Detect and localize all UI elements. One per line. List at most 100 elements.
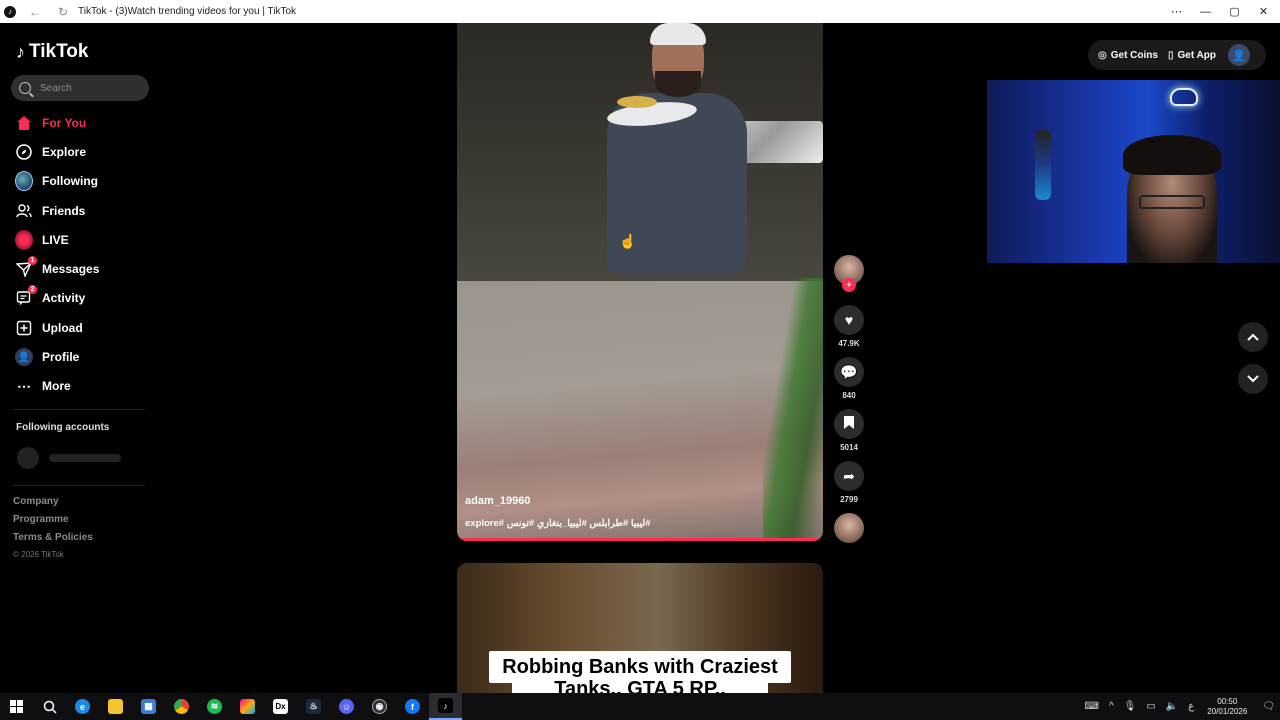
home-icon xyxy=(15,114,33,132)
activity-icon: 2 xyxy=(15,285,37,307)
obs-icon[interactable]: ◉ xyxy=(363,693,396,720)
nav-item-for-you[interactable]: For You xyxy=(0,108,160,137)
food-image xyxy=(617,96,657,108)
compass-icon xyxy=(15,143,33,161)
footer-link-programme[interactable]: Programme xyxy=(13,514,93,532)
share-icon: ➦ xyxy=(843,467,855,484)
close-button[interactable]: ✕ xyxy=(1249,0,1278,23)
upload-icon xyxy=(15,319,33,337)
window-title: TikTok - (3)Watch trending videos for yo… xyxy=(78,6,297,17)
bookmark-icon xyxy=(844,416,854,432)
windows-start-icon[interactable] xyxy=(0,693,33,720)
facebook-icon[interactable]: f xyxy=(396,693,429,720)
tiktok-logo[interactable]: ♪ TikTok xyxy=(16,41,88,63)
search-input[interactable]: Search xyxy=(11,75,149,101)
video-author[interactable]: adam_19960 xyxy=(465,495,530,507)
nav-item-activity[interactable]: 2 Activity xyxy=(0,284,160,313)
dx-app-icon[interactable]: Dx xyxy=(264,693,297,720)
comment-icon: 💬 xyxy=(840,363,858,380)
system-clock[interactable]: 00:50 20/01/2026 xyxy=(1207,697,1247,717)
nav-item-profile[interactable]: 👤 Profile xyxy=(0,342,160,371)
minimize-button[interactable]: — xyxy=(1191,0,1220,23)
like-button[interactable]: ♥ xyxy=(834,305,864,335)
main-nav: For You Explore Following Friends LIVE 1 xyxy=(0,108,160,401)
microphone-tray-icon[interactable]: 🎙 xyxy=(1124,701,1137,712)
creator-avatar[interactable]: + xyxy=(834,255,864,292)
clock-date: 20/01/2026 xyxy=(1207,706,1248,716)
previous-video-button[interactable] xyxy=(1238,322,1268,352)
spotify-icon[interactable]: ≋ xyxy=(198,693,231,720)
reload-icon[interactable]: ↻ xyxy=(54,5,72,19)
sidebar-footer: Company Programme Terms & Policies © 202… xyxy=(13,496,93,568)
like-count: 47.9K xyxy=(838,339,860,348)
nav-label: Friends xyxy=(42,203,86,218)
nav-item-following[interactable]: Following xyxy=(0,167,160,196)
tray-expand-icon[interactable]: ^ xyxy=(1109,701,1114,712)
get-coins-button[interactable]: ◎ Get Coins xyxy=(1098,50,1158,61)
next-video-caption-line2: Tanks.. GTA 5 RP.. xyxy=(512,677,768,693)
notifications-icon[interactable]: 🗨 xyxy=(1262,701,1275,712)
share-button[interactable]: ➦ xyxy=(834,461,864,491)
nav-item-messages[interactable]: 1 Messages xyxy=(0,254,160,283)
brand-name: TikTok xyxy=(29,41,89,62)
more-icon: ⋯ xyxy=(17,377,31,394)
sidebar: ♪ TikTok Search For You Explore Followin… xyxy=(0,23,160,693)
steam-icon[interactable]: ♨ xyxy=(297,693,330,720)
action-rail: + ♥ 47.9K 💬 840 5014 ➦ 2799 xyxy=(833,255,865,543)
comment-button[interactable]: 💬 xyxy=(834,357,864,387)
more-options-icon[interactable]: ⋯ xyxy=(1162,0,1191,23)
cloud-lamp-image xyxy=(1170,88,1198,106)
back-icon[interactable]: ← xyxy=(26,5,44,19)
streamer-hair-image xyxy=(1123,135,1221,175)
video-player[interactable]: adam_19960 #ليبيا #طرابلس #ليبيا_بنغازي … xyxy=(457,23,823,541)
nav-label: More xyxy=(42,379,71,394)
sidebar-divider xyxy=(13,409,145,410)
tiktok-note-icon: ♪ xyxy=(16,41,25,62)
volume-icon[interactable]: 🔈 xyxy=(1166,701,1178,712)
save-button[interactable] xyxy=(834,409,864,439)
share-count: 2799 xyxy=(840,495,858,504)
nav-label: Activity xyxy=(42,291,86,306)
webcam-overlay xyxy=(987,80,1280,263)
get-app-button[interactable]: ▯ Get App xyxy=(1168,50,1216,61)
keyboard-icon[interactable]: ⌨ xyxy=(1085,701,1099,712)
next-video-player[interactable]: Robbing Banks with Craziest Tanks.. GTA … xyxy=(457,563,823,693)
follow-plus-icon[interactable]: + xyxy=(842,278,856,292)
network-icon[interactable]: ▭ xyxy=(1146,701,1155,712)
store-icon[interactable]: ▦ xyxy=(132,693,165,720)
file-explorer-icon[interactable] xyxy=(99,693,132,720)
video-progress-bar[interactable] xyxy=(457,538,820,541)
nav-item-live[interactable]: LIVE xyxy=(0,225,160,254)
footer-link-terms[interactable]: Terms & Policies xyxy=(13,532,93,550)
photos-icon[interactable] xyxy=(231,693,264,720)
user-avatar[interactable]: 👤 xyxy=(1228,44,1250,66)
edge-icon[interactable]: e xyxy=(66,693,99,720)
messages-icon: 1 xyxy=(15,256,37,278)
clock-time: 00:50 xyxy=(1217,696,1238,706)
browser-title-bar: ♪ ← ↻ TikTok - (3)Watch trending videos … xyxy=(0,0,1280,23)
nav-item-more[interactable]: ⋯ More xyxy=(0,372,160,401)
tiktok-taskbar-icon[interactable]: ♪ xyxy=(429,693,462,720)
tiktok-tab-icon: ♪ xyxy=(4,5,16,18)
footer-copyright: © 2026 TikTok xyxy=(13,550,64,559)
next-video-button[interactable] xyxy=(1238,364,1268,394)
nav-label: Upload xyxy=(42,320,83,335)
windows-taskbar: e ▦ ≋ Dx ♨ ☺ ◉ f ♪ ⌨ ^ 🎙 ▭ 🔈 ع 00:50 20/… xyxy=(0,693,1280,720)
search-icon xyxy=(19,82,31,94)
discord-icon[interactable]: ☺ xyxy=(330,693,363,720)
footer-link-company[interactable]: Company xyxy=(13,496,93,514)
video-hashtags[interactable]: #ليبيا #طرابلس #ليبيا_بنغازي #تونس #expl… xyxy=(465,518,651,529)
sound-avatar[interactable] xyxy=(834,513,864,543)
nav-item-explore[interactable]: Explore xyxy=(0,137,160,166)
nav-item-upload[interactable]: Upload xyxy=(0,313,160,342)
grass-edge-image xyxy=(763,278,823,541)
maximize-button[interactable]: ▢ xyxy=(1220,0,1249,23)
chrome-icon[interactable] xyxy=(165,693,198,720)
nav-label: For You xyxy=(42,115,87,130)
nav-label: Profile xyxy=(42,350,80,365)
language-indicator[interactable]: ع xyxy=(1188,701,1194,712)
activity-badge: 2 xyxy=(28,285,37,295)
search-taskbar-icon[interactable] xyxy=(33,693,66,720)
nav-item-friends[interactable]: Friends xyxy=(0,196,160,225)
nav-label: Explore xyxy=(42,144,87,159)
